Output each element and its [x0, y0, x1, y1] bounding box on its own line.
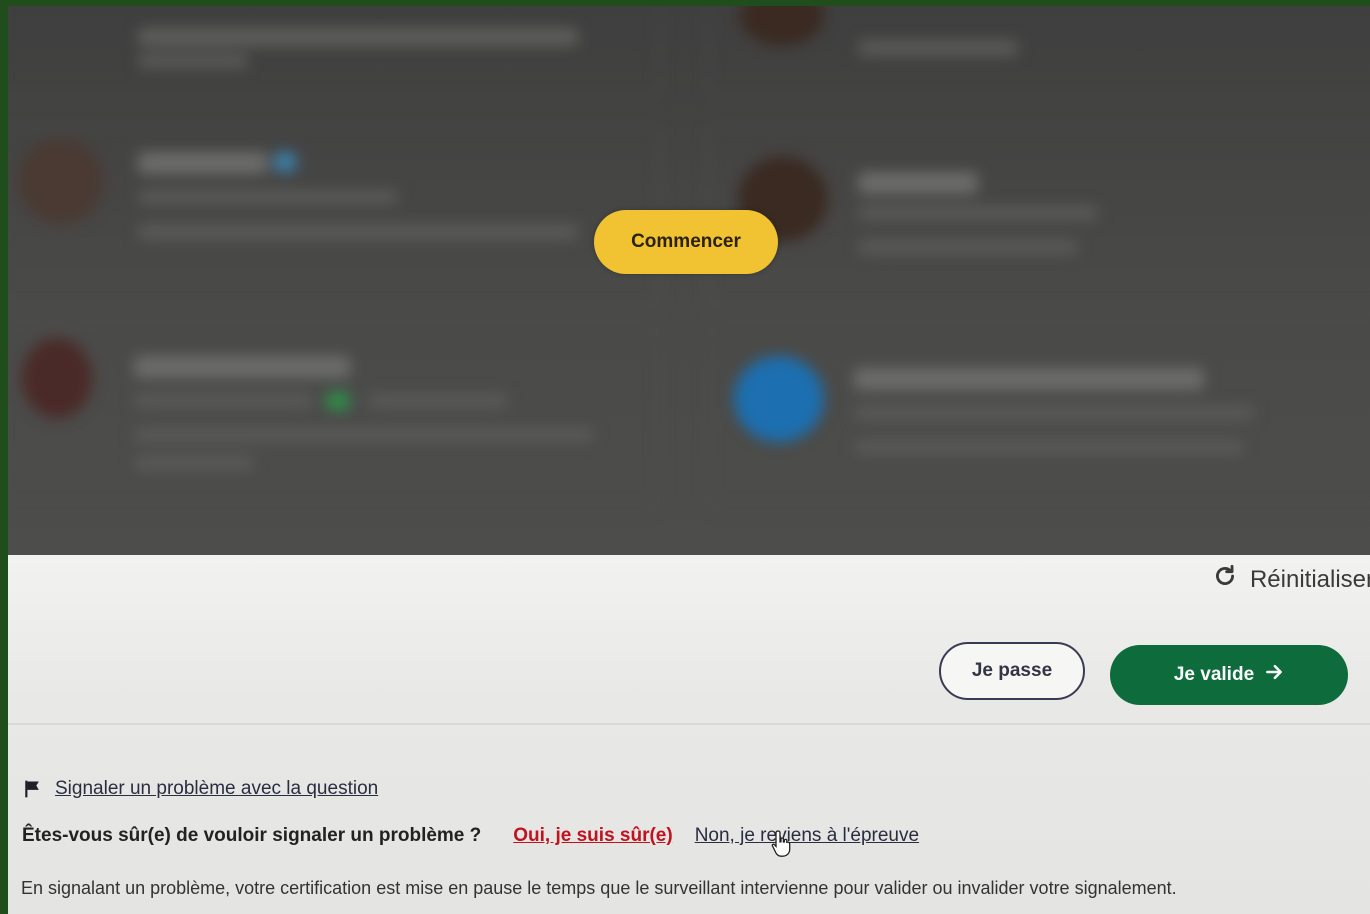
- screen: Commencer Réinitialiser Je passe Je vali…: [8, 6, 1370, 914]
- hand-cursor-icon: [771, 830, 791, 857]
- validate-label: Je valide: [1173, 664, 1255, 685]
- arrow-right-icon: [1264, 662, 1284, 688]
- report-problem-row: Signaler un problème avec la question: [23, 778, 378, 800]
- blurred-text: [138, 224, 578, 240]
- report-info-text: En signalant un problème, votre certific…: [21, 878, 1177, 898]
- skip-button[interactable]: Je passe: [939, 642, 1085, 700]
- blurred-card: [8, 326, 660, 508]
- blurred-text: [858, 172, 978, 194]
- blurred-text: [138, 152, 268, 174]
- blurred-text: [858, 40, 1018, 56]
- blurred-text: [138, 190, 398, 204]
- blurred-text: [138, 28, 578, 46]
- blurred-text: [858, 206, 1098, 220]
- blurred-text: [138, 54, 248, 68]
- blurred-avatar: [734, 356, 824, 442]
- blurred-text: [134, 456, 254, 470]
- validate-button[interactable]: Je valide: [1110, 645, 1348, 705]
- blurred-badge: [274, 152, 296, 172]
- blurred-card: [8, 6, 660, 98]
- divider: [8, 723, 1370, 725]
- blurred-feed: [8, 6, 1370, 555]
- flag-icon: [23, 779, 43, 799]
- report-problem-link[interactable]: Signaler un problème avec la question: [55, 778, 378, 800]
- blurred-text: [134, 394, 314, 408]
- blurred-text: [854, 368, 1204, 390]
- blurred-text: [368, 394, 508, 408]
- blurred-text: [854, 406, 1254, 420]
- reset-button[interactable]: Réinitialiser: [1212, 563, 1370, 596]
- blurred-badge: [326, 392, 350, 410]
- start-button[interactable]: Commencer: [594, 210, 778, 274]
- refresh-icon: [1212, 563, 1238, 596]
- reset-label: Réinitialiser: [1249, 565, 1370, 593]
- confirm-question: Êtes-vous sûr(e) de vouloir signaler un …: [22, 825, 482, 846]
- confirm-yes-link[interactable]: Oui, je suis sûr(e): [513, 825, 672, 847]
- confirm-no-link[interactable]: Non, je reviens à l'épreuve: [695, 825, 919, 847]
- blurred-text: [858, 240, 1078, 254]
- blurred-content-area: Commencer: [8, 6, 1370, 555]
- question-footer: Réinitialiser Je passe Je valide Signale…: [8, 555, 1370, 914]
- blurred-avatar: [18, 138, 104, 224]
- blurred-text: [134, 428, 594, 442]
- blurred-text: [854, 440, 1244, 454]
- blurred-text: [134, 356, 350, 378]
- blurred-avatar: [22, 338, 92, 418]
- blurred-card: [8, 126, 660, 308]
